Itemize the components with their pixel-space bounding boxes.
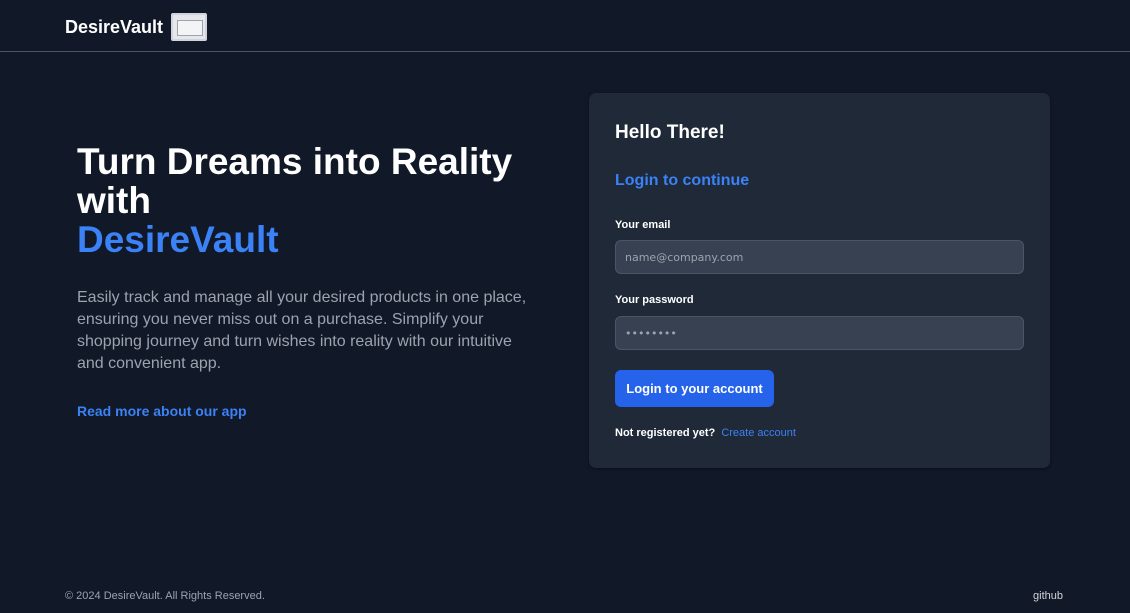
create-account-link[interactable]: Create account <box>721 427 796 439</box>
login-button[interactable]: Login to your account <box>615 370 774 407</box>
hero-title-accent: DesireVault <box>77 219 279 260</box>
email-label: Your email <box>615 219 671 231</box>
hero-title: Turn Dreams into Reality with DesireVaul… <box>77 142 547 259</box>
password-field[interactable] <box>615 316 1024 350</box>
footer-copyright: © 2024 DesireVault. All Rights Reserved. <box>65 590 265 602</box>
hero-title-text: Turn Dreams into Reality with <box>77 141 513 221</box>
read-more-link[interactable]: Read more about our app <box>77 403 247 419</box>
hero-section: Turn Dreams into Reality with DesireVaul… <box>77 142 547 421</box>
navbar: DesireVault <box>0 0 1130 52</box>
password-label: Your password <box>615 294 694 306</box>
card-greeting: Hello There! <box>615 122 725 143</box>
login-card: Hello There! Login to continue Your emai… <box>589 93 1050 468</box>
register-prompt: Not registered yet? <box>615 427 716 439</box>
github-link[interactable]: github <box>1033 590 1063 602</box>
register-row: Not registered yet? Create account <box>615 427 796 439</box>
card-subtitle: Login to continue <box>615 172 750 189</box>
email-field[interactable] <box>615 240 1024 274</box>
brand-link[interactable]: DesireVault <box>65 13 208 41</box>
hero-description: Easily track and manage all your desired… <box>77 289 527 372</box>
brand-logo-icon <box>171 13 208 41</box>
brand-name: DesireVault <box>65 16 164 37</box>
